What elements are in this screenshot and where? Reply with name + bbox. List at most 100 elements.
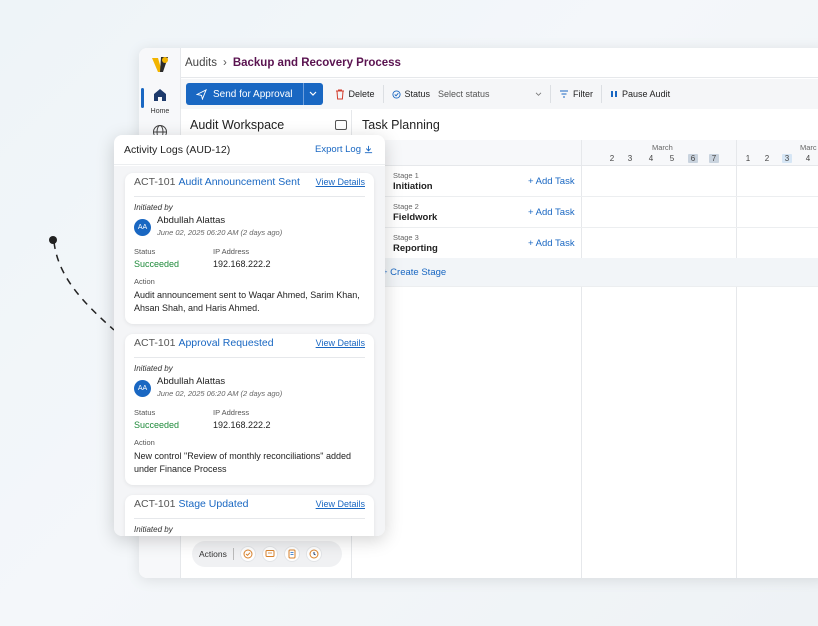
day-label: 4	[648, 154, 654, 163]
initiated-by-label: Initiated by	[134, 525, 173, 534]
filter-label: Filter	[573, 89, 594, 99]
stage-row: Stage 1 Initiation + Add Task	[352, 166, 818, 197]
day-label: 4	[805, 154, 811, 163]
stage-label: Stage 1 Initiation	[393, 171, 433, 192]
view-details-link[interactable]: View Details	[316, 177, 365, 187]
status-key: Status	[134, 408, 156, 417]
stage-name: Reporting	[393, 243, 438, 254]
activity-log-card: ACT-101 Stage Updated View Details Initia…	[125, 495, 374, 536]
user-name: Abdullah Alattas	[157, 215, 226, 226]
action-text: Audit announcement sent to Waqar Ahmed, …	[134, 290, 360, 313]
day-label: 6	[688, 154, 698, 163]
day-label: 3	[782, 154, 792, 163]
day-label: 2	[764, 154, 770, 163]
action-text: New control "Review of monthly reconcili…	[134, 451, 351, 474]
activity-log-list: ACT-101 Audit Announcement Sent View Deta…	[114, 166, 385, 536]
log-timestamp: June 02, 2025 06:20 AM (2 days ago)	[157, 389, 283, 398]
pause-audit-button[interactable]: Pause Audit	[602, 79, 678, 109]
document-icon	[288, 549, 296, 559]
create-stage-link[interactable]: + Create Stage	[382, 267, 446, 278]
status-select[interactable]: Select status	[438, 89, 542, 99]
card-header: ACT-101 Audit Announcement Sent View Deta…	[134, 176, 365, 197]
send-icon	[196, 88, 207, 100]
ip-key: IP Address	[213, 247, 250, 256]
decorative-dot	[49, 236, 57, 244]
month-label: Marc	[800, 143, 817, 152]
stage-name: Fieldwork	[393, 212, 438, 223]
log-title: ACT-101 Approval Requested	[134, 337, 274, 349]
create-stage-row: + Create Stage	[352, 258, 818, 287]
trash-icon	[335, 89, 344, 99]
stage-number: Stage 1	[393, 171, 419, 180]
status-filter[interactable]: Status Select status	[384, 79, 551, 109]
actions-divider	[232, 548, 234, 560]
month-label: March	[652, 143, 673, 152]
panel-title: Activity Logs (AUD-12)	[124, 144, 231, 156]
action-key: Action	[134, 277, 155, 286]
export-log-button[interactable]: Export Log	[315, 144, 373, 155]
activity-log-card: ACT-101 Approval Requested View Details I…	[125, 334, 374, 485]
log-type: Audit Announcement Sent	[178, 176, 300, 188]
card-header: ACT-101 Stage Updated View Details	[134, 498, 365, 519]
document-action-button[interactable]	[283, 546, 300, 562]
log-meta: Status Succeeded IP Address 192.168.222.2	[134, 247, 365, 269]
ip-value: 192.168.222.2	[213, 420, 271, 430]
day-label: 7	[709, 154, 719, 163]
filter-icon	[560, 90, 569, 98]
active-indicator	[141, 88, 144, 108]
activity-log-card: ACT-101 Audit Announcement Sent View Deta…	[125, 173, 374, 324]
status-icon	[391, 89, 401, 99]
delete-label: Delete	[348, 89, 375, 99]
status-key: Status	[134, 247, 156, 256]
day-label: 3	[627, 154, 633, 163]
log-type: Stage Updated	[178, 498, 249, 510]
stage-label: Stage 2 Fieldwork	[393, 202, 437, 223]
stage-name: Initiation	[393, 181, 433, 192]
view-details-link[interactable]: View Details	[316, 338, 365, 348]
download-icon	[364, 145, 373, 154]
panel-header: Activity Logs (AUD-12) Export Log	[114, 135, 385, 165]
history-action-button[interactable]	[305, 546, 322, 562]
view-details-link[interactable]: View Details	[316, 499, 365, 509]
log-id: ACT-101	[134, 498, 176, 510]
ip-value: 192.168.222.2	[213, 259, 271, 269]
add-task-link[interactable]: + Add Task	[528, 176, 575, 187]
history-icon	[309, 549, 319, 559]
log-id: ACT-101	[134, 176, 176, 188]
log-title: ACT-101 Stage Updated	[134, 498, 249, 510]
app-logo	[152, 57, 168, 72]
activity-logs-panel: Activity Logs (AUD-12) Export Log ACT-10…	[114, 135, 385, 536]
log-id: ACT-101	[134, 337, 176, 349]
initiator: AA Abdullah Alattas June 02, 2025 06:20 …	[134, 215, 365, 237]
delete-button[interactable]: Delete	[327, 79, 383, 109]
stage-row: Stage 2 Fieldwork + Add Task	[352, 197, 818, 228]
day-label: 1	[745, 154, 751, 163]
action-key: Action	[134, 438, 155, 447]
stage-label: Stage 3 Reporting	[393, 233, 438, 254]
add-task-link[interactable]: + Add Task	[528, 207, 575, 218]
log-meta: Status Succeeded IP Address 192.168.222.2	[134, 408, 365, 430]
pause-icon	[611, 91, 618, 97]
breadcrumb-separator: ›	[222, 56, 227, 69]
sidebar-item-home[interactable]: Home	[141, 84, 179, 115]
initiated-by-label: Initiated by	[134, 364, 173, 373]
breadcrumb-current: Backup and Recovery Process	[232, 56, 401, 69]
export-log-label: Export Log	[315, 144, 361, 155]
breadcrumb-parent[interactable]: Audits	[185, 57, 217, 69]
collapse-panel-icon[interactable]	[335, 120, 347, 130]
toolbar: Send for Approval Delete Status Select s…	[181, 79, 818, 109]
status-label: Status	[404, 89, 431, 99]
send-for-approval-button[interactable]: Send for Approval	[186, 83, 323, 105]
send-options-dropdown[interactable]	[302, 83, 323, 105]
add-task-link[interactable]: + Add Task	[528, 238, 575, 249]
log-type: Approval Requested	[178, 337, 274, 349]
status-value: Succeeded	[134, 420, 180, 430]
comment-icon	[265, 550, 275, 557]
initiator: AA Abdullah Alattas June 02, 2025 06:20 …	[134, 376, 365, 398]
comment-action-button[interactable]	[261, 546, 278, 562]
sidebar-item-label: Home	[150, 108, 170, 115]
filter-button[interactable]: Filter	[551, 79, 601, 109]
approve-action-button[interactable]	[239, 546, 256, 562]
log-title: ACT-101 Audit Announcement Sent	[134, 176, 300, 188]
task-planning-title: Task Planning	[362, 118, 440, 132]
